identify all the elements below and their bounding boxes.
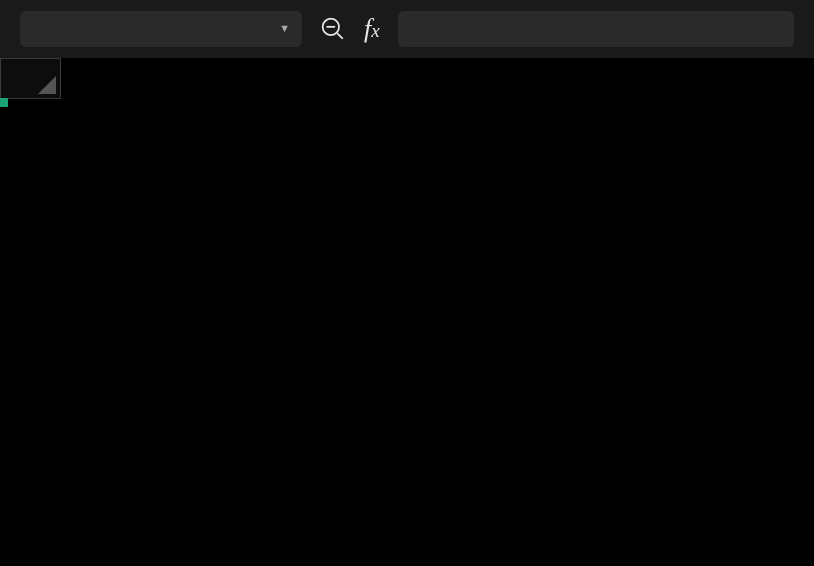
zoom-out-icon[interactable] (320, 16, 346, 42)
spreadsheet-grid (0, 58, 814, 99)
name-box[interactable]: ▼ (20, 11, 302, 47)
selection-outline (0, 99, 6, 105)
formula-toolbar: ▼ fx (0, 0, 814, 58)
fx-icon[interactable]: fx (364, 14, 380, 44)
formula-bar[interactable] (398, 11, 794, 47)
chevron-down-icon[interactable]: ▼ (279, 23, 290, 35)
fill-handle[interactable] (0, 98, 8, 107)
select-all-corner[interactable] (1, 59, 61, 99)
